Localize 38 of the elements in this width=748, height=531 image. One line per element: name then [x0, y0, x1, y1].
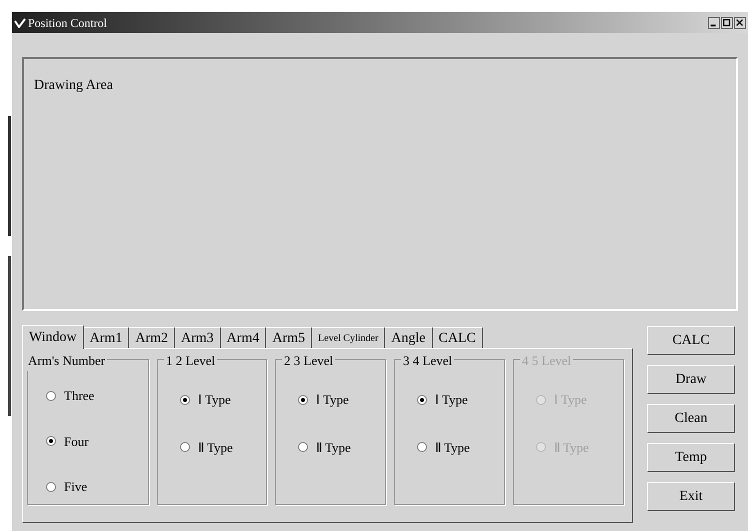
radio-button[interactable] [180, 442, 190, 452]
maximize-icon[interactable] [721, 16, 733, 28]
radio-button[interactable] [46, 390, 56, 401]
radio-button[interactable] [46, 436, 56, 446]
radio-button[interactable] [417, 442, 427, 452]
tab[interactable]: CALC [432, 327, 483, 348]
radio-button[interactable] [46, 482, 56, 492]
action-button[interactable]: Temp [647, 443, 735, 472]
action-button[interactable]: Clean [647, 404, 735, 433]
drawing-area-label: Drawing Area [34, 78, 113, 93]
tab[interactable]: Arm5 [266, 327, 312, 348]
tab[interactable]: Level Cylinder [312, 327, 386, 348]
tab[interactable]: Window [22, 325, 84, 349]
radio-label: Ⅰ Type [316, 391, 349, 409]
radio-label: Ⅱ Type [316, 438, 351, 457]
tab[interactable]: Arm1 [84, 327, 130, 348]
tab[interactable]: Arm4 [220, 327, 266, 348]
app-icon [14, 18, 26, 28]
radio-label: Ⅱ Type [435, 438, 470, 457]
radio-button[interactable] [180, 394, 190, 405]
radio-label: Ⅰ Type [198, 391, 231, 409]
radio-label: Four [64, 432, 89, 450]
radio-label: Ⅱ Type [198, 438, 233, 457]
radio-button[interactable] [417, 394, 427, 405]
radio-button[interactable] [298, 442, 308, 452]
radio-label: Ⅰ Type [435, 391, 468, 409]
tab[interactable]: Angle [385, 327, 432, 348]
radio-button[interactable] [298, 394, 308, 405]
action-button[interactable]: Exit [647, 482, 735, 511]
tab[interactable]: Arm2 [129, 327, 175, 348]
tab[interactable]: Arm3 [175, 327, 221, 348]
radio-label: Five [64, 478, 88, 496]
minimize-icon[interactable] [708, 16, 720, 28]
action-button[interactable]: CALC [647, 326, 735, 355]
close-icon[interactable] [734, 16, 746, 28]
radio-label: Three [64, 387, 94, 405]
window-title: Position Control [28, 14, 108, 32]
action-button[interactable]: Draw [647, 365, 735, 394]
